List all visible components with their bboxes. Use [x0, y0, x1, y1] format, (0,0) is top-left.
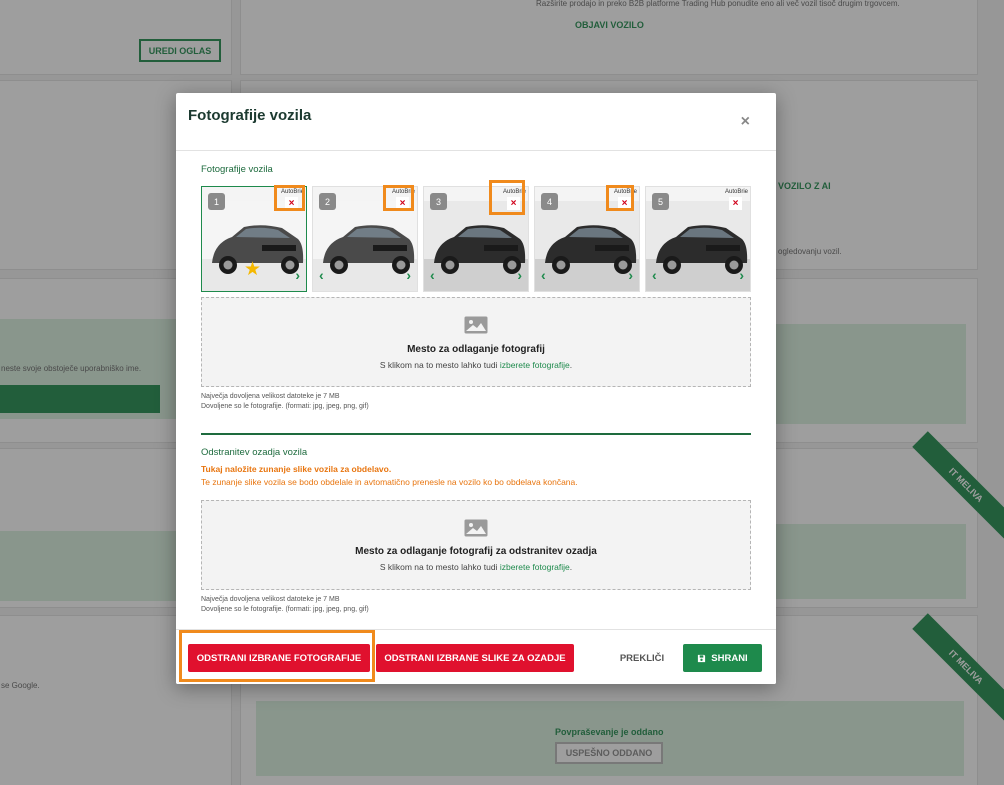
thumbnail-strip: 1 AutoBrie × › ★ 2 AutoBrie × ‹ › 3 AutoBrie × ‹ › 4 Aut… — [201, 186, 751, 292]
photo-thumbnail[interactable]: 3 AutoBrie × ‹ › — [423, 186, 529, 292]
chevron-left-icon[interactable]: ‹ — [430, 267, 435, 283]
modal-footer: ODSTRANI IZBRANE FOTOGRAFIJE ODSTRANI IZ… — [176, 629, 776, 684]
chevron-left-icon[interactable]: ‹ — [541, 267, 546, 283]
bg-removal-dropzone[interactable]: Mesto za odlaganje fotografij za odstran… — [201, 500, 751, 590]
chevron-right-icon[interactable]: › — [406, 267, 411, 283]
remove-icon[interactable]: × — [285, 197, 298, 210]
photo-thumbnail[interactable]: 1 AutoBrie × › ★ — [201, 186, 307, 292]
dropzone-subtitle-text: S klikom na to mesto lahko tudi — [379, 360, 500, 370]
photo-thumbnail[interactable]: 2 AutoBrie × ‹ › — [312, 186, 418, 292]
close-icon[interactable]: × — [741, 113, 750, 131]
section-divider — [201, 433, 751, 435]
bg-removal-note: Te zunanje slike vozila se bodo obdelale… — [201, 477, 578, 487]
bg-dropzone-subtitle-text: S klikom na to mesto lahko tudi — [379, 562, 500, 572]
choose-photos-link[interactable]: izberete fotografije — [500, 360, 570, 370]
dealer-logo: AutoBrie — [502, 189, 526, 195]
thumbnail-number: 4 — [541, 193, 558, 210]
remove-selected-photos-button[interactable]: ODSTRANI IZBRANE FOTOGRAFIJE — [188, 644, 370, 672]
modal-body: Fotografije vozila 1 AutoBrie × › ★ 2 AutoBrie… — [176, 151, 776, 629]
remove-icon[interactable]: × — [618, 197, 631, 210]
chevron-right-icon[interactable]: › — [739, 267, 744, 283]
dealer-logo: AutoBrie — [280, 189, 304, 195]
hint-max-size: Največja dovoljena velikost datoteke je … — [201, 393, 340, 400]
chevron-right-icon[interactable]: › — [628, 267, 633, 283]
image-icon — [464, 316, 488, 334]
photo-thumbnail[interactable]: 5 AutoBrie × ‹ › — [645, 186, 751, 292]
photo-size-hint: Največja dovoljena velikost datoteke je … — [201, 392, 369, 412]
dropzone-subtitle-suffix: . — [569, 360, 573, 370]
save-button[interactable]: SHRANI — [683, 644, 762, 672]
hint-formats: Dovoljene so le fotografije. (formati: j… — [201, 403, 369, 410]
photo-dropzone[interactable]: Mesto za odlaganje fotografij S klikom n… — [201, 297, 751, 387]
thumbnail-number: 1 — [208, 193, 225, 210]
save-icon — [698, 654, 706, 662]
photos-modal: Fotografije vozila × Fotografije vozila … — [176, 93, 776, 684]
bg-hint-max-size: Največja dovoljena velikost datoteke je … — [201, 596, 340, 603]
chevron-left-icon[interactable]: ‹ — [652, 267, 657, 283]
car-photo — [313, 201, 417, 291]
bg-removal-instruction: Tukaj naložite zunanje slike vozila za o… — [201, 464, 392, 474]
image-icon — [464, 519, 488, 537]
bg-hint-formats: Dovoljene so le fotografije. (formati: j… — [201, 606, 369, 613]
dealer-logo: AutoBrie — [613, 189, 637, 195]
chevron-right-icon[interactable]: › — [517, 267, 522, 283]
bg-choose-photos-link[interactable]: izberete fotografije — [500, 562, 570, 572]
bg-dropzone-subtitle: S klikom na to mesto lahko tudi izberete… — [202, 562, 750, 572]
save-label: SHRANI — [711, 652, 748, 664]
modal-title: Fotografije vozila — [188, 107, 312, 124]
remove-selected-bg-images-button[interactable]: ODSTRANI IZBRANE SLIKE ZA OZADJE — [376, 644, 574, 672]
car-photo — [646, 201, 750, 291]
chevron-left-icon[interactable]: ‹ — [319, 267, 324, 283]
thumbnail-number: 5 — [652, 193, 669, 210]
dropzone-subtitle: S klikom na to mesto lahko tudi izberete… — [202, 360, 750, 370]
chevron-right-icon[interactable]: › — [295, 267, 300, 283]
remove-icon[interactable]: × — [396, 197, 409, 210]
thumbnail-number: 2 — [319, 193, 336, 210]
dropzone-title: Mesto za odlaganje fotografij — [407, 344, 545, 355]
dealer-logo: AutoBrie — [391, 189, 415, 195]
bg-size-hint: Največja dovoljena velikost datoteke je … — [201, 595, 369, 615]
star-icon[interactable]: ★ — [244, 258, 261, 281]
photo-thumbnail[interactable]: 4 AutoBrie × ‹ › — [534, 186, 640, 292]
remove-icon[interactable]: × — [729, 197, 742, 210]
dealer-logo: AutoBrie — [724, 189, 748, 195]
car-photo — [535, 201, 639, 291]
bg-dropzone-title: Mesto za odlaganje fotografij za odstran… — [355, 546, 597, 557]
bg-dropzone-subtitle-suffix: . — [569, 562, 573, 572]
bg-removal-section-label: Odstranitev ozadja vozila — [201, 447, 308, 458]
remove-icon[interactable]: × — [507, 197, 520, 210]
photos-section-label: Fotografije vozila — [201, 164, 273, 175]
thumbnail-number: 3 — [430, 193, 447, 210]
cancel-button[interactable]: PREKLIČI — [612, 644, 672, 672]
modal-header: Fotografije vozila × — [176, 93, 776, 151]
car-photo — [424, 201, 528, 291]
